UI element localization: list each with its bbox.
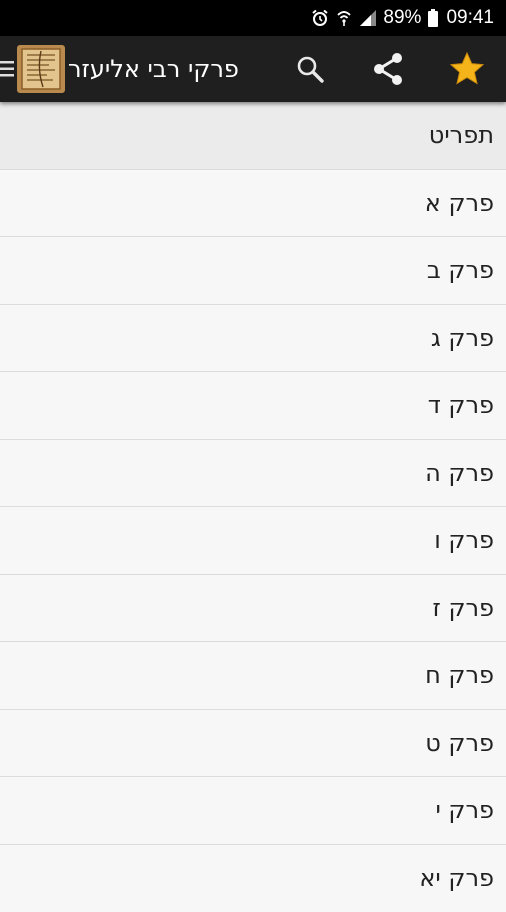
list-item[interactable]: פרק ב xyxy=(0,237,506,305)
list-item-label: פרק י xyxy=(435,796,494,824)
list-item-label: פרק ה xyxy=(425,459,494,487)
menu-icon[interactable] xyxy=(0,59,14,79)
star-icon[interactable] xyxy=(447,49,487,89)
signal-icon xyxy=(359,9,377,27)
status-clock: 09:41 xyxy=(446,7,494,29)
list-item-label: פרק ט xyxy=(425,729,494,757)
list-item-label: פרק ג xyxy=(431,324,494,352)
list-item-label: פרק ז xyxy=(433,594,495,622)
list-item-label: פרק יא xyxy=(419,864,494,892)
list-item[interactable]: פרק ז xyxy=(0,575,506,643)
app-logo[interactable] xyxy=(17,45,65,93)
list-item-label: תפריט xyxy=(429,121,494,149)
list-item-label: פרק א xyxy=(425,189,494,217)
list-item[interactable]: תפריט xyxy=(0,102,506,170)
list-item[interactable]: פרק א xyxy=(0,170,506,238)
list-item[interactable]: פרק ט xyxy=(0,710,506,778)
share-icon[interactable] xyxy=(368,49,408,89)
page-title: פרקי רבי אליעזר xyxy=(68,36,239,102)
list-item-label: פרק ח xyxy=(425,661,494,689)
battery-icon xyxy=(428,9,438,27)
list-item[interactable]: פרק ה xyxy=(0,440,506,508)
list-item[interactable]: פרק ג xyxy=(0,305,506,373)
list-item-label: פרק ד xyxy=(428,391,494,419)
wifi-icon xyxy=(336,9,352,27)
chapter-list: תפריט פרק א פרק ב פרק ג פרק ד פרק ה פרק … xyxy=(0,102,506,912)
battery-percent: 89% xyxy=(383,7,421,29)
list-item-label: פרק ו xyxy=(434,526,494,554)
list-item[interactable]: פרק ו xyxy=(0,507,506,575)
app-toolbar: פרקי רבי אליעזר xyxy=(0,36,506,102)
list-item[interactable]: פרק ח xyxy=(0,642,506,710)
search-icon[interactable] xyxy=(290,49,330,89)
alarm-icon xyxy=(311,9,329,27)
list-item[interactable]: פרק י xyxy=(0,777,506,845)
list-item-label: פרק ב xyxy=(427,256,494,284)
status-bar: 89% 09:41 xyxy=(0,0,506,36)
list-item[interactable]: פרק יא xyxy=(0,845,506,912)
list-item[interactable]: פרק ד xyxy=(0,372,506,440)
